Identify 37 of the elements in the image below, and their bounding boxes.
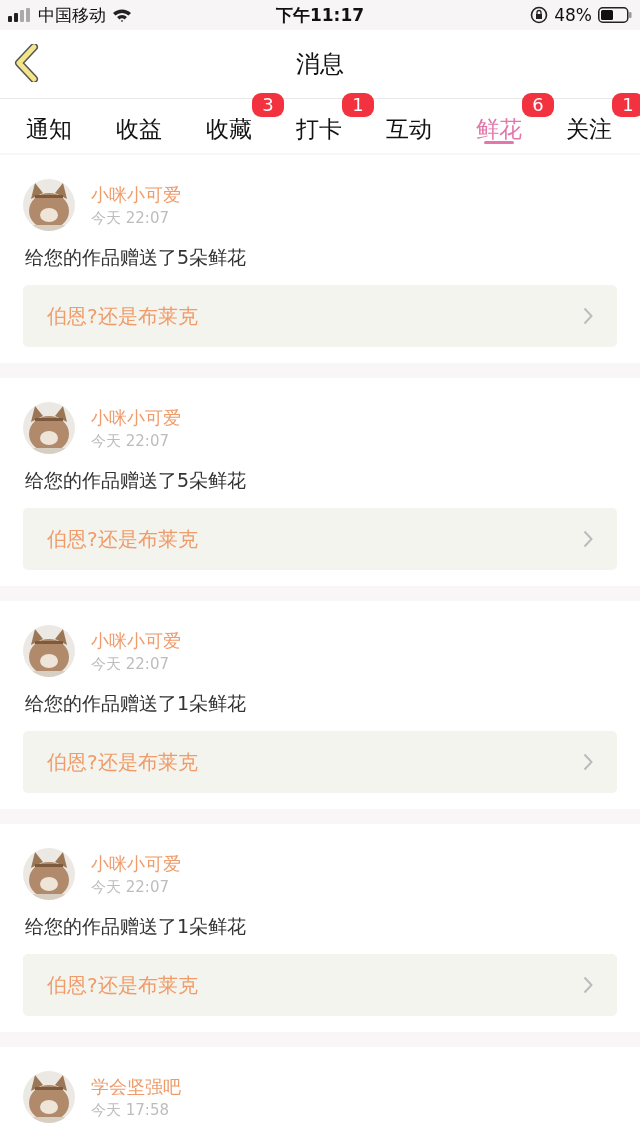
message-time: 今天 22:07 <box>91 208 170 228</box>
message-text: 给您的作品赠送了5朵鲜花 <box>25 468 248 493</box>
message-time: 今天 22:07 <box>91 654 170 674</box>
chevron-right-icon <box>583 530 593 548</box>
user-name[interactable]: 小咪小可爱 <box>91 182 181 207</box>
work-link[interactable]: 伯恩?还是布莱克 <box>23 954 617 1016</box>
message-text: 给您的作品赠送了1朵鲜花 <box>25 691 248 716</box>
carrier-name: 中国移动 <box>38 3 106 27</box>
chevron-right-icon <box>583 753 593 771</box>
message-text: 给您的作品赠送了5朵鲜花 <box>25 245 248 270</box>
message-time: 今天 17:58 <box>91 1100 170 1120</box>
message-text: 给您的作品赠送了1朵鲜花 <box>25 914 248 939</box>
signal-icon <box>8 8 32 22</box>
chevron-right-icon <box>583 976 593 994</box>
user-name[interactable]: 小咪小可爱 <box>91 628 181 653</box>
wifi-icon <box>112 7 132 23</box>
count-badge: 6 <box>522 93 554 117</box>
count-badge: 3 <box>252 93 284 117</box>
battery-icon <box>598 7 632 23</box>
work-link[interactable]: 伯恩?还是布莱克 <box>23 731 617 793</box>
chevron-right-icon <box>583 307 593 325</box>
tab[interactable]: 通知 <box>22 99 76 153</box>
status-time: 下午11:17 <box>275 3 365 27</box>
work-link[interactable]: 伯恩?还是布莱克 <box>23 285 617 347</box>
page-title: 消息 <box>296 49 344 80</box>
count-badge: 1 <box>612 93 640 117</box>
message-time: 今天 22:07 <box>91 431 170 451</box>
message-time: 今天 22:07 <box>91 877 170 897</box>
count-badge: 1 <box>342 93 374 117</box>
rotation-lock-icon <box>530 6 549 24</box>
battery-percent: 48% <box>554 5 592 25</box>
tab[interactable]: 互动 <box>382 99 436 153</box>
user-name[interactable]: 小咪小可爱 <box>91 851 181 876</box>
tab[interactable]: 收益 <box>112 99 166 153</box>
work-link[interactable]: 伯恩?还是布莱克 <box>23 508 617 570</box>
user-name[interactable]: 小咪小可爱 <box>91 405 181 430</box>
user-name[interactable]: 学会坚强吧 <box>91 1074 181 1099</box>
